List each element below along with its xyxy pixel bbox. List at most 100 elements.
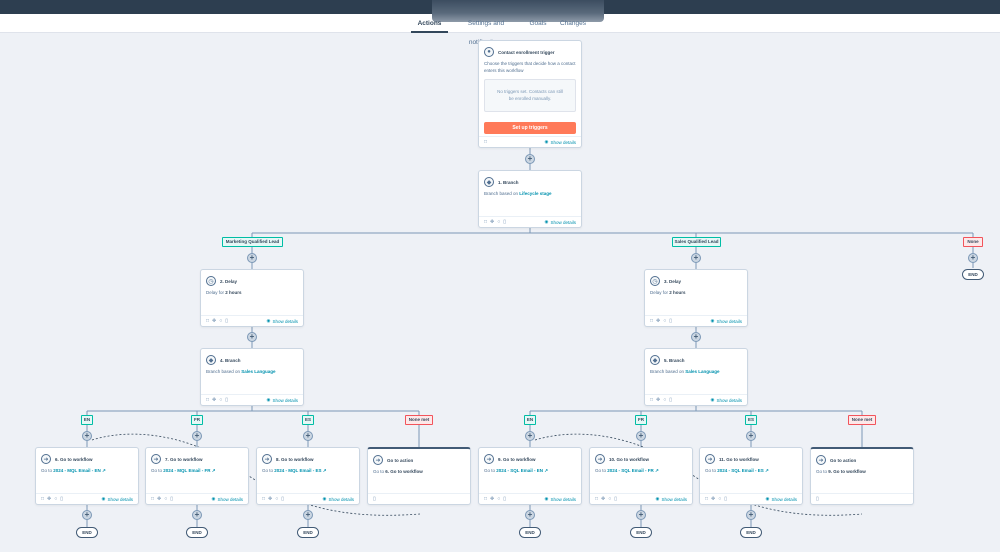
add-action-button[interactable]: +: [192, 431, 202, 441]
add-action-button[interactable]: +: [636, 431, 646, 441]
go-to-workflow-card[interactable]: ➜ 7. Go to workflow Go to 2024 - MQL Ema…: [145, 447, 249, 505]
branch-label-es[interactable]: ES: [745, 415, 757, 425]
branch-label-fr[interactable]: FR: [191, 415, 203, 425]
go-to-workflow-card[interactable]: ➜ 8. Go to workflow Go to 2024 - MQL Ema…: [256, 447, 360, 505]
move-icon[interactable]: ✥: [212, 318, 216, 324]
move-icon[interactable]: ✥: [711, 496, 715, 502]
go-to-action-card[interactable]: ➜ Go to action Go to 6. Go to workflow ▯: [367, 447, 471, 505]
clone-icon[interactable]: ○: [219, 397, 222, 403]
move-icon[interactable]: ✥: [212, 397, 216, 403]
copy-icon[interactable]: □: [705, 496, 708, 502]
go-to-action-card[interactable]: ➜ Go to action Go to 9. Go to workflow ▯: [810, 447, 914, 505]
show-details-link[interactable]: ◉ Show details: [545, 496, 576, 502]
add-action-button[interactable]: +: [746, 431, 756, 441]
branch-label-sql[interactable]: Sales Qualified Lead: [672, 237, 721, 247]
copy-icon[interactable]: □: [484, 219, 487, 225]
copy-icon[interactable]: □: [206, 397, 209, 403]
copy-icon[interactable]: □: [206, 318, 209, 324]
workflow-link[interactable]: 2024 - SQL Email - FR: [607, 468, 653, 473]
clone-icon[interactable]: ○: [219, 318, 222, 324]
branch-label-en[interactable]: EN: [81, 415, 93, 425]
copy-icon[interactable]: □: [484, 496, 487, 502]
delete-icon[interactable]: ▯: [60, 496, 63, 502]
clone-icon[interactable]: ○: [275, 496, 278, 502]
move-icon[interactable]: ✥: [157, 496, 161, 502]
delete-icon[interactable]: ▯: [281, 496, 284, 502]
branch-label-fr[interactable]: FR: [635, 415, 647, 425]
move-icon[interactable]: ✥: [490, 496, 494, 502]
move-icon[interactable]: ✥: [656, 318, 660, 324]
move-icon[interactable]: ✥: [47, 496, 51, 502]
workflow-link[interactable]: 2024 - MQL Email - EN: [53, 468, 100, 473]
branch-card[interactable]: ◆ 5. Branch Branch based on Sales Langua…: [644, 348, 748, 406]
external-link-icon[interactable]: ↗: [765, 468, 769, 473]
delay-card[interactable]: ◷ 3. Delay Delay for 2 hours □ ✥ ○ ▯ ◉ S…: [644, 269, 748, 327]
delay-card[interactable]: ◷ 2. Delay Delay for 2 hours □ ✥ ○ ▯ ◉ S…: [200, 269, 304, 327]
branch-label-none-met[interactable]: None met: [405, 415, 433, 425]
clone-icon[interactable]: ○: [54, 496, 57, 502]
copy-icon[interactable]: □: [262, 496, 265, 502]
show-details-link[interactable]: ◉ Show details: [545, 219, 576, 225]
add-action-button[interactable]: +: [968, 253, 978, 263]
move-icon[interactable]: ✥: [601, 496, 605, 502]
clone-icon[interactable]: ○: [164, 496, 167, 502]
add-action-button[interactable]: +: [691, 253, 701, 263]
show-details-link[interactable]: ◉ Show details: [267, 318, 298, 324]
workflow-link[interactable]: 2024 - MQL Email - FR: [163, 468, 210, 473]
delete-icon[interactable]: ▯: [669, 318, 672, 324]
external-link-icon[interactable]: ↗: [102, 468, 106, 473]
delete-icon[interactable]: ▯: [614, 496, 617, 502]
delete-icon[interactable]: ▯: [170, 496, 173, 502]
go-to-workflow-card[interactable]: ➜ 10. Go to workflow Go to 2024 - SQL Em…: [589, 447, 693, 505]
add-action-button[interactable]: +: [82, 510, 92, 520]
add-action-button[interactable]: +: [247, 332, 257, 342]
branch-label-en[interactable]: EN: [524, 415, 536, 425]
delete-icon[interactable]: ▯: [225, 318, 228, 324]
show-details-link[interactable]: ◉ Show details: [711, 318, 742, 324]
add-action-button[interactable]: +: [303, 510, 313, 520]
clone-icon[interactable]: ○: [608, 496, 611, 502]
add-action-button[interactable]: +: [746, 510, 756, 520]
external-link-icon[interactable]: ↗: [323, 468, 327, 473]
copy-icon[interactable]: □: [484, 139, 487, 145]
delete-icon[interactable]: ▯: [503, 219, 506, 225]
clone-icon[interactable]: ○: [663, 397, 666, 403]
add-action-button[interactable]: +: [636, 510, 646, 520]
delete-icon[interactable]: ▯: [669, 397, 672, 403]
workflow-link[interactable]: 2024 - SQL Email - EN: [496, 468, 543, 473]
delete-icon[interactable]: ▯: [816, 496, 819, 502]
show-details-link[interactable]: ◉ Show details: [323, 496, 354, 502]
add-action-button[interactable]: +: [691, 332, 701, 342]
external-link-icon[interactable]: ↗: [655, 468, 659, 473]
copy-icon[interactable]: □: [650, 397, 653, 403]
branch-label-es[interactable]: ES: [302, 415, 314, 425]
go-to-workflow-card[interactable]: ➜ 11. Go to workflow Go to 2024 - SQL Em…: [699, 447, 803, 505]
external-link-icon[interactable]: ↗: [212, 468, 216, 473]
workflow-link[interactable]: 2024 - SQL Email - ES: [717, 468, 763, 473]
branch-label-mql[interactable]: Marketing Qualified Lead: [222, 237, 283, 247]
add-action-button[interactable]: +: [247, 253, 257, 263]
external-link-icon[interactable]: ↗: [544, 468, 548, 473]
add-action-button[interactable]: +: [525, 510, 535, 520]
show-details-link[interactable]: ◉ Show details: [267, 397, 298, 403]
show-details-link[interactable]: ◉ Show details: [545, 139, 576, 145]
set-up-triggers-button[interactable]: Set up triggers: [484, 122, 576, 134]
move-icon[interactable]: ✥: [656, 397, 660, 403]
clone-icon[interactable]: ○: [663, 318, 666, 324]
go-to-workflow-card[interactable]: ➜ 9. Go to workflow Go to 2024 - SQL Ema…: [478, 447, 582, 505]
workflow-link[interactable]: 2024 - MQL Email - ES: [274, 468, 321, 473]
copy-icon[interactable]: □: [595, 496, 598, 502]
add-action-button[interactable]: +: [525, 154, 535, 164]
show-details-link[interactable]: ◉ Show details: [766, 496, 797, 502]
move-icon[interactable]: ✥: [490, 219, 494, 225]
branch-card[interactable]: ◆ 4. Branch Branch based on Sales Langua…: [200, 348, 304, 406]
branch-label-none[interactable]: None: [963, 237, 983, 247]
clone-icon[interactable]: ○: [718, 496, 721, 502]
branch-label-none-met[interactable]: None met: [848, 415, 876, 425]
show-details-link[interactable]: ◉ Show details: [711, 397, 742, 403]
delete-icon[interactable]: ▯: [225, 397, 228, 403]
add-action-button[interactable]: +: [192, 510, 202, 520]
delete-icon[interactable]: ▯: [724, 496, 727, 502]
copy-icon[interactable]: □: [41, 496, 44, 502]
show-details-link[interactable]: ◉ Show details: [102, 496, 133, 502]
